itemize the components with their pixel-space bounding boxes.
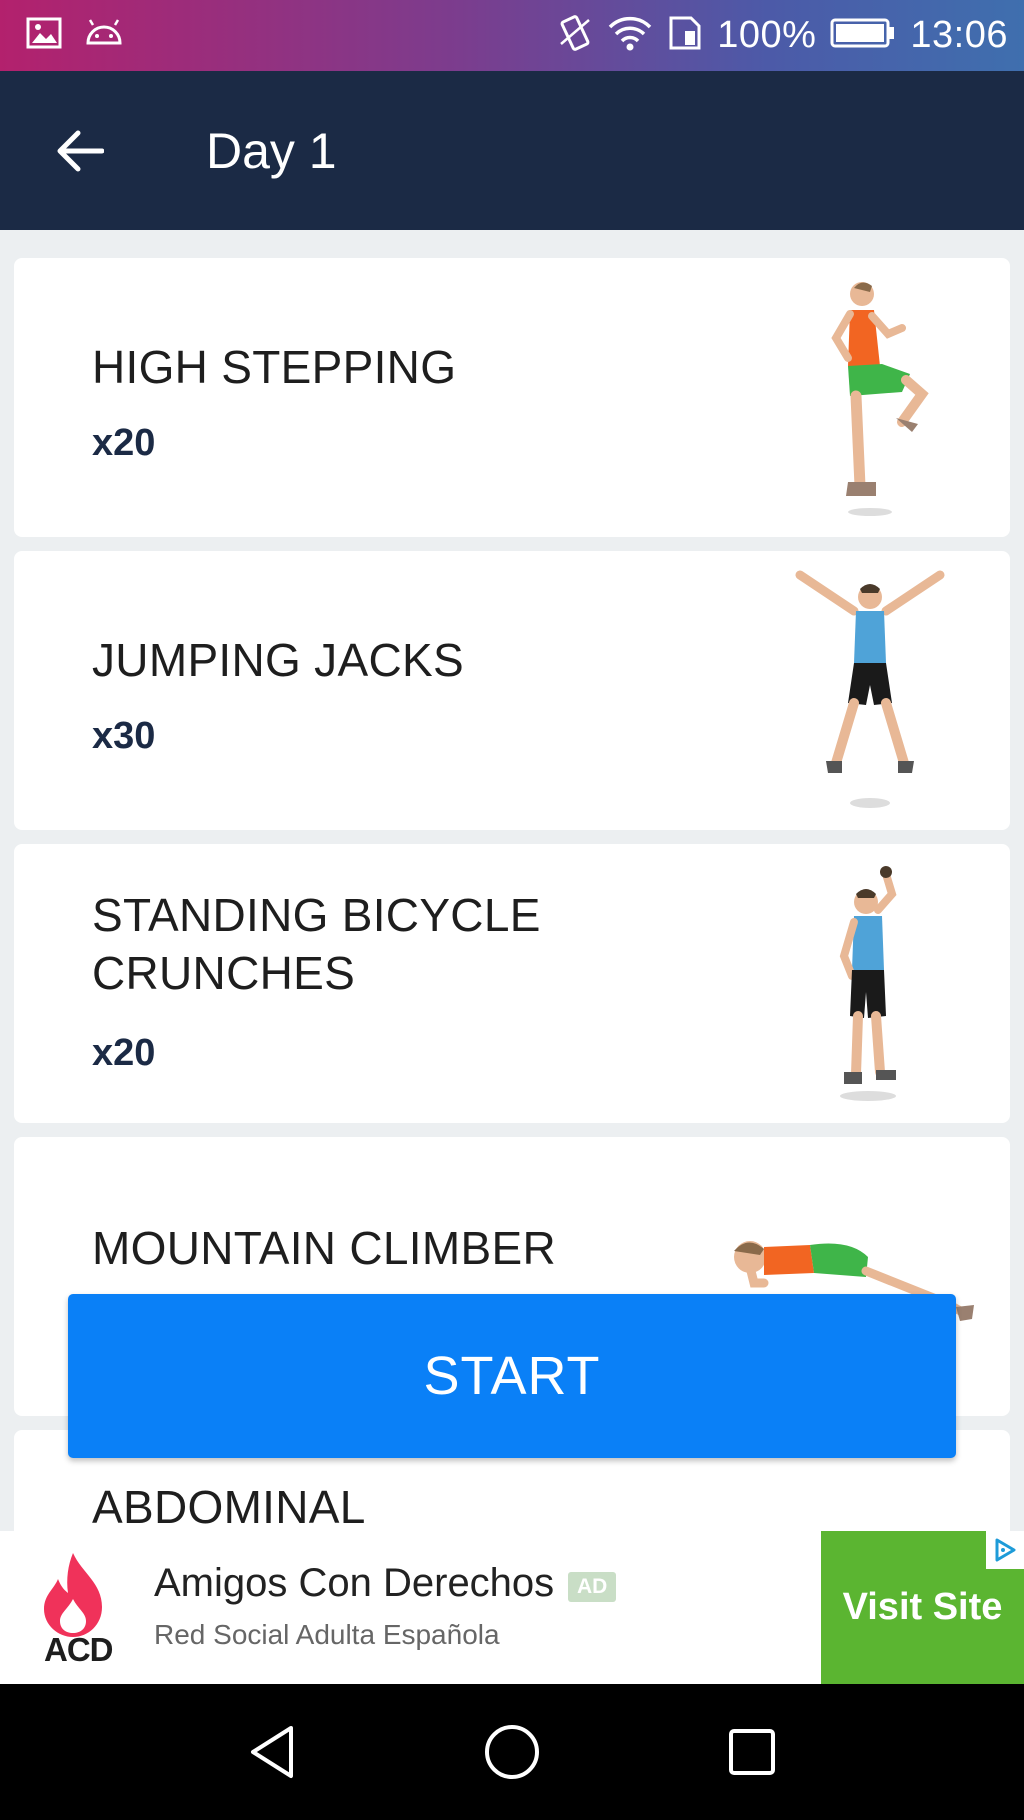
recents-square-icon xyxy=(729,1729,775,1775)
exercise-name: ABDOMINAL xyxy=(92,1481,366,1533)
exercise-reps: x20 xyxy=(92,422,156,464)
ad-subtitle: Red Social Adulta Española xyxy=(154,1619,500,1650)
back-button[interactable] xyxy=(20,91,140,211)
ad-logo-text: ACD xyxy=(44,1631,113,1668)
wifi-icon xyxy=(607,15,653,56)
standing-bicycle-crunches-illustration xyxy=(839,866,897,1101)
status-bar: 100% 13:06 xyxy=(0,0,1024,71)
jumping-jacks-illustration xyxy=(795,570,945,808)
ad-badge: AD xyxy=(568,1572,617,1602)
exercise-reps: x20 xyxy=(92,1032,156,1074)
battery-icon xyxy=(830,17,896,54)
back-triangle-icon xyxy=(251,1726,293,1778)
page-title: Day 1 xyxy=(206,122,337,179)
home-circle-icon xyxy=(485,1725,539,1779)
exercise-name: MOUNTAIN CLIMBER xyxy=(92,1222,556,1274)
system-nav-bar xyxy=(0,1684,1024,1820)
ad-title: Amigos Con Derechos xyxy=(154,1561,555,1605)
sim-icon xyxy=(667,15,703,56)
nav-home-button[interactable] xyxy=(477,1717,547,1787)
nav-back-button[interactable] xyxy=(237,1717,307,1787)
image-icon xyxy=(26,17,62,54)
ad-banner[interactable]: ACD Amigos Con Derechos AD Red Social Ad… xyxy=(0,1531,1024,1684)
exercise-name: JUMPING JACKS xyxy=(92,634,464,686)
adchoices-icon[interactable] xyxy=(986,1531,1024,1569)
exercise-card-standing-bicycle-crunches[interactable]: STANDING BICYCLE CRUNCHES x20 xyxy=(14,844,1010,1123)
exercise-reps: x30 xyxy=(92,715,156,757)
arrow-left-icon xyxy=(57,130,104,171)
vibrate-icon xyxy=(557,14,593,57)
exercise-name: STANDING BICYCLE CRUNCHES xyxy=(92,889,541,999)
high-stepping-illustration xyxy=(831,282,929,516)
battery-percent: 100% xyxy=(717,14,817,56)
clock: 13:06 xyxy=(910,14,1008,56)
nav-recents-button[interactable] xyxy=(717,1717,787,1787)
start-button[interactable]: START xyxy=(68,1294,956,1458)
exercise-card-jumping-jacks[interactable]: JUMPING JACKS x30 xyxy=(14,551,1010,830)
exercise-card-high-stepping[interactable]: HIGH STEPPING x20 xyxy=(14,258,1010,537)
exercise-name: HIGH STEPPING xyxy=(92,341,457,393)
android-icon xyxy=(84,19,124,52)
app-bar: Day 1 xyxy=(0,71,1024,230)
